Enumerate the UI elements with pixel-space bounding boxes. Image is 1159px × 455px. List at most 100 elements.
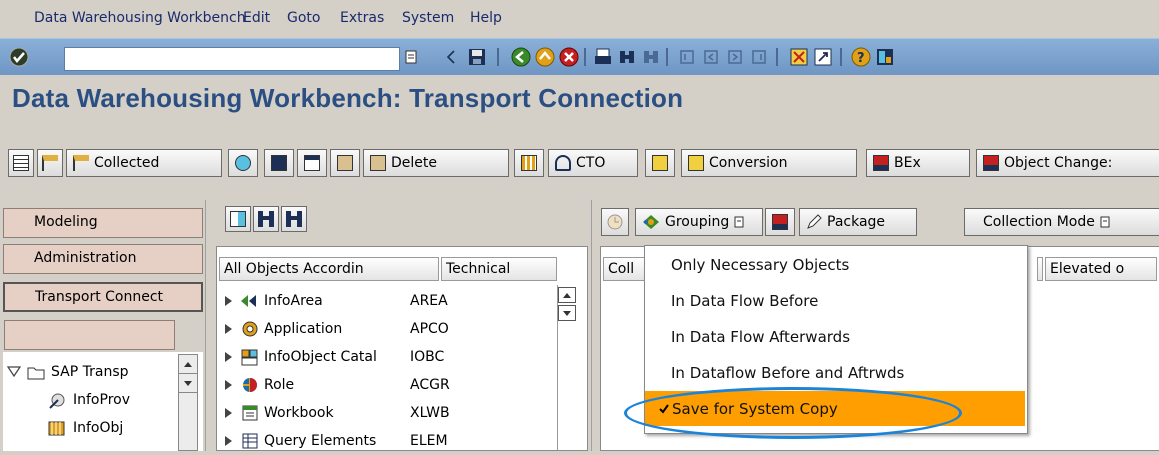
menu-item-only-necessary[interactable]: Only Necessary Objects	[671, 256, 849, 274]
bex-button[interactable]: BEx	[866, 149, 970, 177]
column-header-technical[interactable]: Technical	[441, 257, 557, 281]
middle-find-next-button[interactable]	[281, 206, 307, 232]
splitter-left[interactable]	[205, 200, 212, 451]
scroll-down-icon[interactable]	[179, 374, 197, 393]
hierarchy-icon	[42, 155, 58, 171]
next-page-icon[interactable]	[724, 46, 746, 68]
object-changes-button[interactable]: Object Change:	[976, 149, 1159, 177]
transport-button[interactable]	[765, 208, 795, 236]
list-item[interactable]: Role ACGR	[225, 371, 450, 399]
column-header-hidden[interactable]	[1037, 257, 1043, 281]
menu-item-before-and-after[interactable]: In Dataflow Before and Aftrwds	[671, 364, 904, 382]
help-icon[interactable]: ?	[850, 46, 872, 68]
history-button[interactable]	[601, 208, 629, 236]
menu-item-data-flow-afterwards[interactable]: In Data Flow Afterwards	[671, 328, 850, 346]
nav-modeling[interactable]: Modeling	[3, 208, 203, 238]
back-icon[interactable]	[440, 46, 462, 68]
collapsed-triangle-icon[interactable]	[225, 436, 232, 446]
scroll-up-icon[interactable]	[558, 287, 576, 303]
truck-icon	[772, 214, 788, 230]
transport-request-button[interactable]	[330, 149, 360, 177]
menu-item-data-flow-before[interactable]: In Data Flow Before	[671, 292, 818, 310]
object-list-scrollbar[interactable]	[557, 285, 576, 450]
column-header-coll[interactable]: Coll	[603, 257, 647, 281]
back-nav-icon[interactable]	[510, 46, 532, 68]
collapsed-triangle-icon[interactable]	[225, 324, 232, 334]
layout-icon[interactable]	[874, 46, 896, 68]
save-icon[interactable]	[466, 46, 488, 68]
prev-page-icon[interactable]	[700, 46, 722, 68]
nav-administration[interactable]: Administration	[3, 244, 203, 274]
find-icon[interactable]	[616, 46, 638, 68]
list-item[interactable]: InfoArea AREA	[225, 287, 448, 315]
package-button[interactable]: Package	[799, 208, 917, 236]
infoobject-button[interactable]	[514, 149, 544, 177]
hierarchy-button[interactable]	[37, 149, 63, 177]
where-used-button[interactable]	[228, 149, 258, 177]
last-page-icon[interactable]	[748, 46, 770, 68]
menu-dww[interactable]: Data Warehousing Workbench	[34, 10, 246, 26]
nav-tree-scrollbar[interactable]	[178, 354, 198, 451]
scroll-up-icon[interactable]	[179, 355, 197, 374]
menu-system[interactable]: System	[402, 10, 454, 26]
tree-root-row[interactable]: SAP Transp	[7, 358, 129, 386]
display-button[interactable]	[297, 149, 327, 177]
application-toolbar: Collected Delete CTO Conversion BEx Obje…	[0, 145, 1159, 185]
infoobject-icon	[48, 421, 65, 436]
conversion-icon	[652, 155, 668, 171]
delete-button[interactable]: Delete	[363, 149, 509, 177]
list-item[interactable]: InfoObject Catal IOBC	[225, 343, 444, 371]
cto-button[interactable]: CTO	[548, 149, 638, 177]
column-header-elevated[interactable]: Elevated o	[1045, 257, 1157, 281]
new-session-icon[interactable]	[788, 46, 810, 68]
conversion-small-button[interactable]	[645, 149, 675, 177]
menu-help[interactable]: Help	[470, 10, 502, 26]
middle-find-button[interactable]	[253, 206, 279, 232]
first-page-icon[interactable]	[676, 46, 698, 68]
column-header-all-objects[interactable]: All Objects Accordin	[219, 257, 439, 281]
page-title: Data Warehousing Workbench: Transport Co…	[12, 83, 684, 113]
command-history-icon[interactable]	[400, 46, 422, 68]
menu-bar: Data Warehousing Workbench Edit Goto Ext…	[0, 0, 1159, 38]
list-item[interactable]: Application APCO	[225, 315, 449, 343]
transport-request-icon	[337, 155, 353, 171]
nav-transport-connection[interactable]: Transport Connect	[3, 282, 203, 312]
nav-empty-field	[4, 320, 175, 350]
refresh-button[interactable]	[264, 149, 294, 177]
shortcut-icon[interactable]	[812, 46, 834, 68]
print-icon[interactable]	[592, 46, 614, 68]
collapsed-triangle-icon[interactable]	[225, 408, 232, 418]
object-type-label: Role	[264, 377, 295, 393]
menu-goto[interactable]: Goto	[287, 10, 320, 26]
clock-icon	[607, 214, 623, 230]
collection-mode-button[interactable]: Collection Mode	[964, 208, 1159, 236]
conversion-icon	[688, 155, 704, 171]
cancel-icon[interactable]	[558, 46, 580, 68]
grouping-icon	[643, 215, 659, 229]
find-next-icon[interactable]	[640, 46, 662, 68]
scroll-down-icon[interactable]	[558, 305, 576, 321]
command-field[interactable]	[64, 47, 400, 71]
truck-icon	[983, 155, 999, 171]
conversion-button[interactable]: Conversion	[681, 149, 857, 177]
delete-label: Delete	[391, 155, 437, 171]
menu-extras[interactable]: Extras	[340, 10, 384, 26]
tree-item-infoobjects[interactable]: InfoObj	[47, 414, 123, 442]
collapsed-triangle-icon[interactable]	[225, 380, 232, 390]
tree-item-infoprovider[interactable]: InfoProv	[47, 386, 130, 414]
list-item[interactable]: Workbook XLWB	[225, 399, 450, 427]
collected-button[interactable]: Collected	[66, 149, 222, 177]
middle-layout-button[interactable]	[225, 206, 251, 232]
grouping-button[interactable]: Grouping	[635, 208, 763, 236]
exit-icon[interactable]	[534, 46, 556, 68]
object-type-label: InfoObject Catal	[264, 349, 377, 365]
layout-icon	[230, 211, 246, 227]
collapsed-triangle-icon[interactable]	[225, 352, 232, 362]
tree-root-label: SAP Transp	[51, 364, 129, 380]
collapsed-triangle-icon[interactable]	[225, 296, 232, 306]
enter-icon[interactable]	[8, 46, 30, 68]
highlight-ellipse	[624, 387, 962, 439]
list-view-button[interactable]	[8, 149, 34, 177]
technical-name: IOBC	[410, 349, 445, 365]
menu-edit[interactable]: Edit	[243, 10, 270, 26]
